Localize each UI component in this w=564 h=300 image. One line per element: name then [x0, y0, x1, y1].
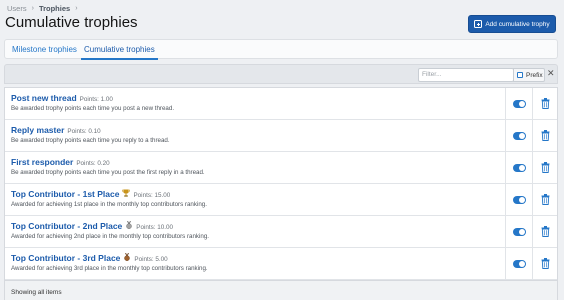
- prefix-label: Prefix: [526, 71, 543, 79]
- enable-toggle[interactable]: [512, 259, 526, 268]
- add-cumulative-trophy-button[interactable]: Add cumulative trophy: [468, 15, 556, 33]
- trash-icon[interactable]: [541, 258, 550, 269]
- trophy-description: Awarded for achieving 2nd place in the m…: [11, 233, 210, 240]
- silver-medal-icon: [126, 221, 133, 229]
- tab-cumulative-trophies[interactable]: Cumulative trophies: [81, 40, 158, 60]
- plus-square-icon: [474, 20, 483, 28]
- trophy-title-link[interactable]: Top Contributor - 2nd Place: [11, 221, 122, 231]
- list-item: Top Contributor - 2nd Place Points: 10.0…: [5, 216, 557, 248]
- trophy-points: Points: 1.00: [79, 96, 113, 103]
- clear-filter-close-icon[interactable]: ✕: [547, 68, 555, 79]
- page-title: Cumulative trophies: [5, 14, 138, 31]
- enable-toggle[interactable]: [512, 227, 526, 236]
- trophy-title-link[interactable]: Post new thread: [11, 93, 77, 103]
- trophy-points: Points: 0.20: [76, 160, 110, 167]
- list-item: First responder Points: 0.20 Be awarded …: [5, 152, 557, 184]
- list-item: Top Contributor - 1st Place Points: 15.0…: [5, 184, 557, 216]
- breadcrumb-separator-icon: ›: [75, 5, 78, 12]
- trophy-title-link[interactable]: Top Contributor - 3rd Place: [11, 253, 120, 263]
- trash-icon[interactable]: [541, 98, 550, 109]
- checkbox-icon: [517, 72, 523, 78]
- trophy-description: Awarded for achieving 3rd place in the m…: [11, 265, 208, 272]
- trophy-description: Awarded for achieving 1st place in the m…: [11, 201, 207, 208]
- trophy-description: Be awarded trophy points each time you p…: [11, 105, 175, 112]
- breadcrumb-users[interactable]: Users: [7, 4, 27, 13]
- prefix-checkbox[interactable]: Prefix: [513, 68, 545, 82]
- list-footer: Showing all items: [5, 280, 557, 300]
- trophy-description: Be awarded trophy points each time you p…: [11, 169, 205, 176]
- trophy-points: Points: 10.00: [136, 224, 174, 231]
- trophy-title-link[interactable]: Reply master: [11, 125, 64, 135]
- enable-toggle[interactable]: [512, 99, 526, 108]
- breadcrumb-separator-icon: ›: [31, 5, 34, 12]
- enable-toggle[interactable]: [512, 195, 526, 204]
- list-item: Reply master Points: 0.10 Be awarded tro…: [5, 120, 557, 152]
- bronze-medal-icon: [124, 253, 131, 261]
- trash-icon[interactable]: [541, 130, 550, 141]
- filter-input[interactable]: Filter...: [418, 68, 514, 82]
- trash-icon[interactable]: [541, 162, 550, 173]
- trophy-points: Points: 5.00: [134, 256, 168, 263]
- filter-bar: Filter... Prefix ✕: [4, 64, 558, 84]
- trophy-list: Post new thread Points: 1.00 Be awarded …: [4, 87, 558, 300]
- enable-toggle[interactable]: [512, 131, 526, 140]
- trophy-title-link[interactable]: Top Contributor - 1st Place: [11, 189, 119, 199]
- gold-trophy-icon: [122, 189, 131, 197]
- list-item: Post new thread Points: 1.00 Be awarded …: [5, 88, 557, 120]
- trophy-description: Be awarded trophy points each time you r…: [11, 137, 170, 144]
- trophy-title-link[interactable]: First responder: [11, 157, 73, 167]
- list-item: Top Contributor - 3rd Place Points: 5.00…: [5, 248, 557, 280]
- enable-toggle[interactable]: [512, 163, 526, 172]
- trash-icon[interactable]: [541, 226, 550, 237]
- tab-milestone-trophies[interactable]: Milestone trophies: [12, 40, 77, 59]
- add-button-label: Add cumulative trophy: [485, 20, 550, 28]
- tab-bar: Milestone trophies Cumulative trophies: [4, 39, 558, 60]
- breadcrumb-trophies[interactable]: Trophies: [39, 4, 70, 13]
- trash-icon[interactable]: [541, 194, 550, 205]
- breadcrumb: Users › Trophies ›: [7, 4, 78, 13]
- trophy-points: Points: 15.00: [133, 192, 171, 199]
- trophy-points: Points: 0.10: [67, 128, 101, 135]
